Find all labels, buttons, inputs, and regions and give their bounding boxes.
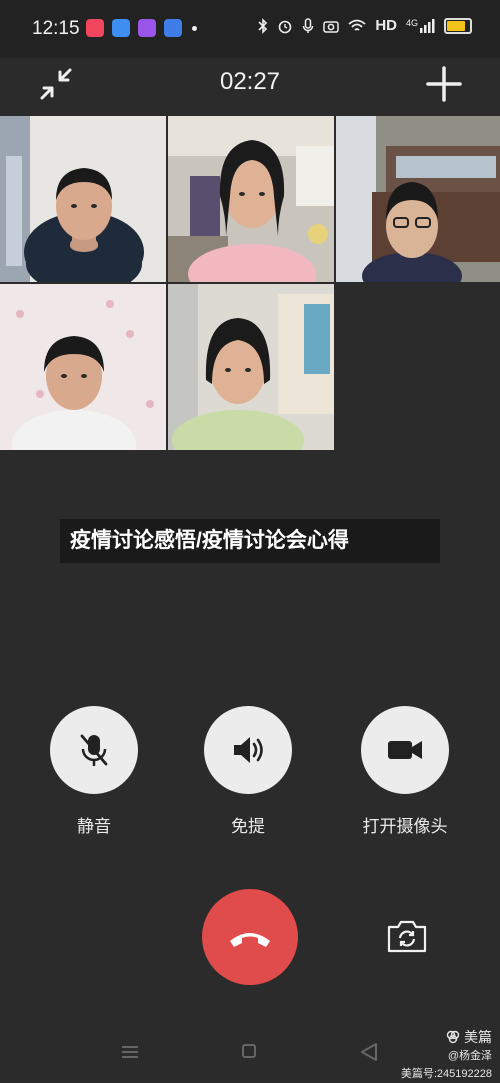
- app-icon-cloud: [164, 19, 182, 37]
- video-camera-icon: [388, 741, 422, 759]
- back-icon[interactable]: [360, 1042, 378, 1062]
- mute-circle[interactable]: [50, 706, 138, 794]
- meipian-logo-icon: [446, 1030, 460, 1044]
- participant-tile-1[interactable]: [0, 116, 166, 282]
- system-icons: HD 4G: [258, 17, 472, 34]
- camera-toggle-button[interactable]: 打开摄像头: [358, 706, 452, 837]
- app-icon-red: [86, 19, 104, 37]
- phone-hangup-icon: [230, 933, 270, 947]
- watermark-user: @杨金泽: [447, 1050, 492, 1062]
- watermark-brand: 美篇: [446, 1027, 492, 1047]
- notification-app-icons: [86, 19, 197, 37]
- hang-up-button[interactable]: [202, 889, 298, 985]
- more-notifications-dot: [192, 25, 197, 31]
- participant-tile-4[interactable]: [0, 284, 166, 450]
- mic-off-icon: [80, 734, 108, 766]
- participant-tile-3[interactable]: [336, 116, 500, 282]
- app-icon-purple: [138, 19, 156, 37]
- watermark-brand-text: 美篇: [464, 1029, 492, 1045]
- participant-tile-5[interactable]: [168, 284, 334, 450]
- network-hd-label: HD: [375, 17, 397, 34]
- speaker-circle[interactable]: [204, 706, 292, 794]
- signal-icon: 4G: [405, 17, 435, 33]
- mic-icon: [303, 17, 314, 33]
- participant-tile-2[interactable]: [168, 116, 334, 282]
- video-grid: [0, 116, 500, 450]
- signal-generation-label: 4G: [405, 17, 418, 28]
- wifi-icon: [348, 19, 366, 31]
- camera-icon: [323, 20, 340, 33]
- home-icon[interactable]: [242, 1044, 256, 1058]
- mute-label: 静音: [77, 817, 111, 836]
- battery-icon: [444, 17, 472, 34]
- speaker-button[interactable]: 免提: [203, 706, 293, 837]
- overlay-caption: 疫情讨论感悟/疫情讨论会心得: [60, 519, 440, 563]
- status-time: 12:15: [32, 18, 80, 39]
- bluetooth-icon: [258, 17, 268, 34]
- camera-circle[interactable]: [361, 706, 449, 794]
- recents-icon[interactable]: [121, 1045, 139, 1059]
- watermark-id: 美篇号:245192228: [400, 1068, 492, 1080]
- camera-label: 打开摄像头: [362, 817, 448, 836]
- add-participant-icon[interactable]: [424, 64, 464, 104]
- switch-camera-icon[interactable]: [386, 918, 428, 954]
- mute-button[interactable]: 静音: [49, 706, 139, 837]
- speaker-label: 免提: [231, 817, 265, 836]
- status-bar: 12:15 HD 4G: [0, 0, 500, 58]
- alarm-icon: [279, 20, 292, 33]
- speaker-icon: [234, 737, 263, 763]
- app-icon-blue: [112, 19, 130, 37]
